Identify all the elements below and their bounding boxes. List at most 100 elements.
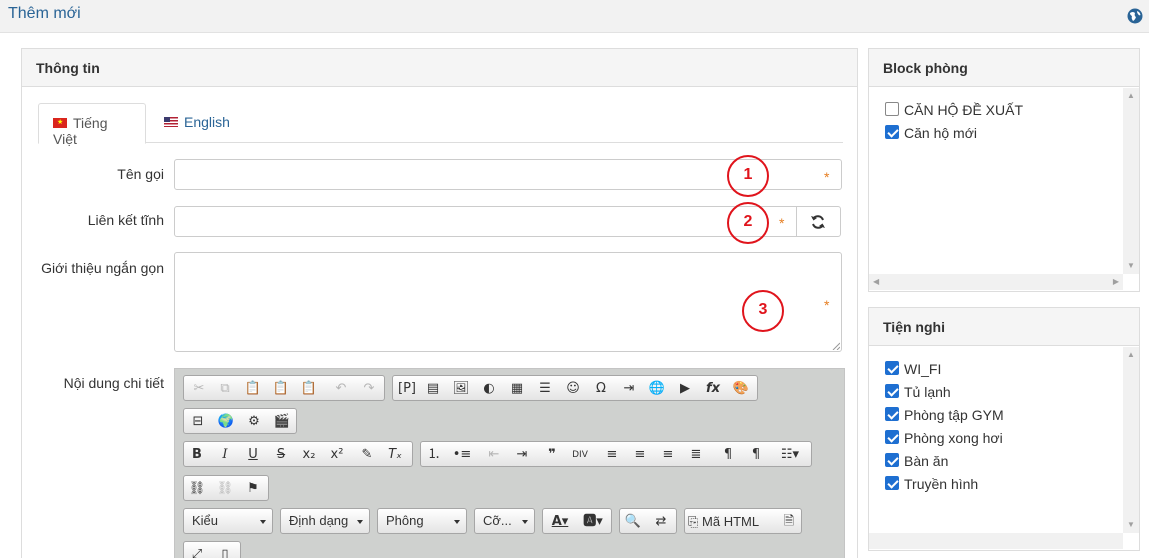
redo-icon[interactable]: ↷ xyxy=(358,379,380,399)
show-blocks-icon[interactable]: ▯ xyxy=(214,545,236,558)
amenity-item[interactable]: WI_FI xyxy=(885,361,941,381)
page-break-icon[interactable]: [P] xyxy=(396,379,418,399)
font-size-select[interactable]: Cỡ... xyxy=(474,508,535,534)
link-icon[interactable]: ⛓ xyxy=(186,479,208,499)
scroll-down-icon[interactable]: ▼ xyxy=(1127,520,1135,529)
paint-icon[interactable]: 🎨 xyxy=(730,379,752,399)
checkbox[interactable] xyxy=(885,430,899,445)
outdent-icon[interactable]: ⇤ xyxy=(483,445,505,465)
tab-english[interactable]: English xyxy=(150,103,244,143)
scroll-left-icon[interactable]: ◀ xyxy=(873,277,879,286)
video-icon[interactable]: 🎬 xyxy=(271,412,293,432)
align-center-icon[interactable]: ≡ xyxy=(629,445,651,465)
horizontal-scrollbar[interactable] xyxy=(869,533,1123,549)
scroll-up-icon[interactable]: ▲ xyxy=(1127,91,1135,100)
amenity-item[interactable]: Bàn ăn xyxy=(885,453,948,473)
horizontal-scrollbar[interactable]: ◀ ▶ xyxy=(869,274,1123,290)
checkbox[interactable] xyxy=(885,384,899,399)
anchor-flag-icon[interactable]: ⚑ xyxy=(242,479,264,499)
checkbox[interactable] xyxy=(885,125,899,140)
bulleted-list-icon[interactable]: •≡ xyxy=(451,445,473,465)
flash-icon[interactable]: ◐ xyxy=(478,379,500,399)
align-justify-icon[interactable]: ≣ xyxy=(685,445,707,465)
paste-icon[interactable]: 📋 xyxy=(242,379,264,399)
amenity-item[interactable]: Tủ lạnh xyxy=(885,384,951,404)
bold-icon[interactable]: B xyxy=(186,445,208,465)
superscript-icon[interactable]: x² xyxy=(326,445,348,465)
link-globe-icon[interactable]: 🌐 xyxy=(646,379,668,399)
preview-icon[interactable]: 🗎 xyxy=(778,512,800,532)
checkbox-label: Căn hộ mới xyxy=(904,125,977,141)
unlink-icon[interactable]: ⛓ xyxy=(214,479,236,499)
scroll-up-icon[interactable]: ▲ xyxy=(1127,350,1135,359)
scroll-down-icon[interactable]: ▼ xyxy=(1127,261,1135,270)
strikethrough-icon[interactable]: S xyxy=(270,445,292,465)
vertical-scrollbar[interactable]: ▲ ▼ xyxy=(1123,347,1139,533)
italic-icon[interactable]: I xyxy=(214,445,236,465)
ltr-icon[interactable]: ¶ xyxy=(717,445,739,465)
youtube-icon[interactable]: ▶ xyxy=(674,379,696,399)
special-char-icon[interactable]: Ω xyxy=(590,379,612,399)
blockquote-icon[interactable]: ❞ xyxy=(541,445,563,465)
amenity-item[interactable]: Truyền hình xyxy=(885,476,978,496)
replace-icon[interactable]: ⇄ xyxy=(650,512,672,532)
horizontal-line-icon[interactable]: ☰ xyxy=(534,379,556,399)
indent-icon[interactable]: ⇥ xyxy=(511,445,533,465)
checkbox[interactable] xyxy=(885,476,899,491)
block-item-new[interactable]: Căn hộ mới xyxy=(885,125,977,145)
show-blocks-icon[interactable]: ⊟ xyxy=(187,412,209,432)
amenity-item[interactable]: Phòng tập GYM xyxy=(885,407,1004,427)
numbered-list-icon[interactable]: ⒈ xyxy=(423,445,445,465)
resize-handle-icon[interactable] xyxy=(832,342,840,350)
maximize-icon[interactable]: ⤢ xyxy=(186,545,208,558)
checkbox[interactable] xyxy=(885,102,899,117)
undo-icon[interactable]: ↶ xyxy=(330,379,352,399)
link-toolbar-group: ⛓ ⛓ ⚑ xyxy=(183,475,269,501)
globe-icon[interactable] xyxy=(1127,8,1143,24)
smiley-icon[interactable]: ☺ xyxy=(562,379,584,399)
remove-format-icon[interactable]: Tₓ xyxy=(384,445,406,465)
copy-icon[interactable]: ⧉ xyxy=(214,379,236,399)
amenity-item[interactable]: Phòng xong hơi xyxy=(885,430,1003,450)
background-color-icon[interactable]: 🅰▾ xyxy=(579,512,607,532)
checkbox[interactable] xyxy=(885,453,899,468)
iframe-icon[interactable]: ⇥ xyxy=(618,379,640,399)
block-panel: Block phòng CĂN HỘ ĐỀ XUẤT Căn hộ mới ▲ … xyxy=(868,48,1140,292)
table-icon[interactable]: ▦ xyxy=(506,379,528,399)
plugin-icon[interactable]: ⚙ xyxy=(243,412,265,432)
block-item-suggested[interactable]: CĂN HỘ ĐỀ XUẤT xyxy=(885,102,1023,122)
text-color-icon[interactable]: A▾ xyxy=(546,512,574,532)
find-icon[interactable]: 🔍 xyxy=(622,512,644,532)
refresh-link-button[interactable] xyxy=(796,206,841,237)
paste-word-icon[interactable]: 📋 xyxy=(298,379,320,399)
format-select[interactable]: Định dạng xyxy=(280,508,370,534)
align-left-icon[interactable]: ≡ xyxy=(601,445,623,465)
checkbox[interactable] xyxy=(885,407,899,422)
cut-icon[interactable]: ✂ xyxy=(188,379,210,399)
rich-text-editor[interactable]: ✂ ⧉ 📋 📋 📋 ↶ ↷ [P] ▤ 🖼 ◐ ▦ ☰ ☺ Ω ⇥ 🌐 ▶ fx… xyxy=(174,368,845,558)
vertical-scrollbar[interactable]: ▲ ▼ xyxy=(1123,88,1139,274)
align-right-icon[interactable]: ≡ xyxy=(657,445,679,465)
font-select[interactable]: Phông xyxy=(377,508,467,534)
tab-vietnamese[interactable]: Tiếng Việt xyxy=(38,103,146,147)
copy-format-icon[interactable]: ✎ xyxy=(356,445,378,465)
short-intro-textarea[interactable] xyxy=(174,252,842,352)
checkbox-label: Tủ lạnh xyxy=(904,384,951,400)
rtl-icon[interactable]: ¶ xyxy=(745,445,767,465)
find-toolbar-group: 🔍 ⇄ xyxy=(619,508,677,534)
scroll-right-icon[interactable]: ▶ xyxy=(1113,277,1119,286)
language-dropdown-icon[interactable]: ☷▾ xyxy=(775,445,805,465)
static-link-input[interactable] xyxy=(174,206,797,237)
subscript-icon[interactable]: x₂ xyxy=(298,445,320,465)
checkbox[interactable] xyxy=(885,361,899,376)
source-button[interactable]: ⎘ Mã HTML xyxy=(688,512,776,532)
formula-icon[interactable]: fx xyxy=(702,379,724,399)
template-icon[interactable]: ▤ xyxy=(422,379,444,399)
image-icon[interactable]: 🖼 xyxy=(450,379,472,399)
info-panel: Thông tin Tiếng Việt English Tên gọi * 1… xyxy=(21,48,858,558)
style-select[interactable]: Kiểu xyxy=(183,508,273,534)
web-icon[interactable]: 🌍 xyxy=(215,412,237,432)
paste-text-icon[interactable]: 📋 xyxy=(270,379,292,399)
underline-icon[interactable]: U xyxy=(242,445,264,465)
create-div-icon[interactable]: DIV xyxy=(569,445,591,465)
